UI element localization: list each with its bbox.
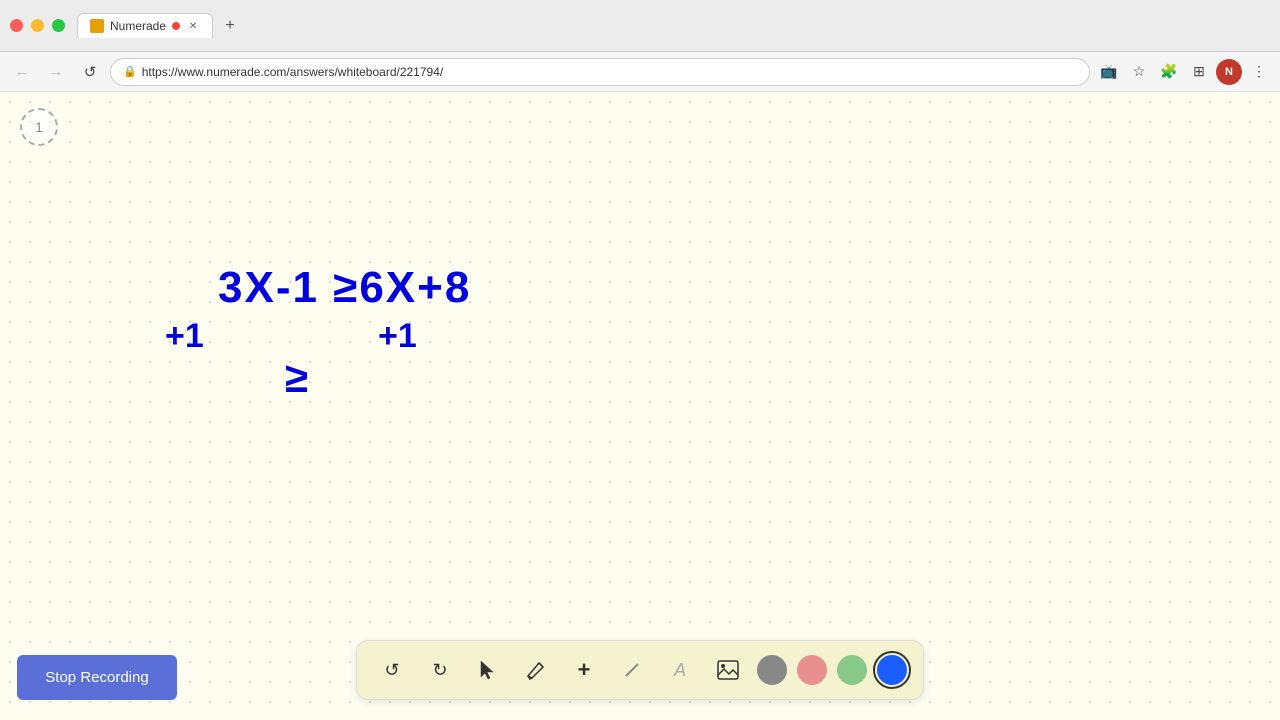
stop-recording-button[interactable]: Stop Recording — [17, 655, 177, 700]
extension-icon[interactable]: 🧩 — [1156, 59, 1182, 85]
image-icon — [716, 659, 740, 681]
back-button[interactable]: ← — [8, 58, 36, 86]
text-tool-button[interactable]: A — [661, 651, 699, 689]
maximize-button[interactable] — [52, 19, 65, 32]
refresh-button[interactable]: ↺ — [76, 58, 104, 86]
pen-tool-button[interactable] — [517, 651, 555, 689]
image-tool-button[interactable] — [709, 651, 747, 689]
eraser-icon — [621, 659, 643, 681]
drawing-canvas: 3X-1 ≥6X+8 +1 +1 ≥ — [0, 92, 1280, 720]
tab-bar: Numerade ✕ + — [77, 13, 1270, 39]
nav-right: 📺 ☆ 🧩 ⊞ N ⋮ — [1096, 59, 1272, 85]
new-tab-button[interactable]: + — [217, 13, 243, 39]
profile-avatar[interactable]: N — [1216, 59, 1242, 85]
tab-close-icon[interactable]: ✕ — [186, 19, 200, 33]
select-tool-button[interactable] — [469, 651, 507, 689]
tab-title: Numerade — [110, 19, 166, 33]
svg-text:≥: ≥ — [285, 354, 308, 401]
svg-text:+1: +1 — [165, 317, 204, 355]
screen-icon[interactable]: ⊞ — [1186, 59, 1212, 85]
bookmark-icon[interactable]: ☆ — [1126, 59, 1152, 85]
active-tab[interactable]: Numerade ✕ — [77, 13, 213, 38]
color-gray[interactable] — [757, 655, 787, 685]
toolbar: ↺ ↻ + A — [356, 640, 924, 700]
color-pink[interactable] — [797, 655, 827, 685]
forward-button[interactable]: → — [42, 58, 70, 86]
recording-dot — [172, 22, 180, 30]
address-text: https://www.numerade.com/answers/whitebo… — [142, 65, 444, 79]
add-button[interactable]: + — [565, 651, 603, 689]
close-button[interactable] — [10, 19, 23, 32]
svg-text:3X-1 ≥6X+8: 3X-1 ≥6X+8 — [218, 263, 471, 312]
undo-button[interactable]: ↺ — [373, 651, 411, 689]
cast-icon[interactable]: 📺 — [1096, 59, 1122, 85]
pen-icon — [525, 659, 547, 681]
minimize-button[interactable] — [31, 19, 44, 32]
address-bar[interactable]: 🔒 https://www.numerade.com/answers/white… — [110, 58, 1090, 86]
color-blue[interactable] — [877, 655, 907, 685]
page-indicator: 1 — [20, 108, 58, 146]
svg-text:+1: +1 — [378, 317, 417, 355]
lock-icon: 🔒 — [123, 65, 137, 78]
color-green[interactable] — [837, 655, 867, 685]
whiteboard[interactable]: 1 3X-1 ≥6X+8 +1 +1 ≥ Stop Recording ↺ ↻ — [0, 92, 1280, 720]
redo-button[interactable]: ↻ — [421, 651, 459, 689]
tab-favicon — [90, 19, 104, 33]
eraser-button[interactable] — [613, 651, 651, 689]
titlebar: Numerade ✕ + — [0, 0, 1280, 52]
navbar: ← → ↺ 🔒 https://www.numerade.com/answers… — [0, 52, 1280, 92]
window-controls — [10, 19, 65, 32]
cursor-icon — [477, 659, 499, 681]
menu-icon[interactable]: ⋮ — [1246, 59, 1272, 85]
